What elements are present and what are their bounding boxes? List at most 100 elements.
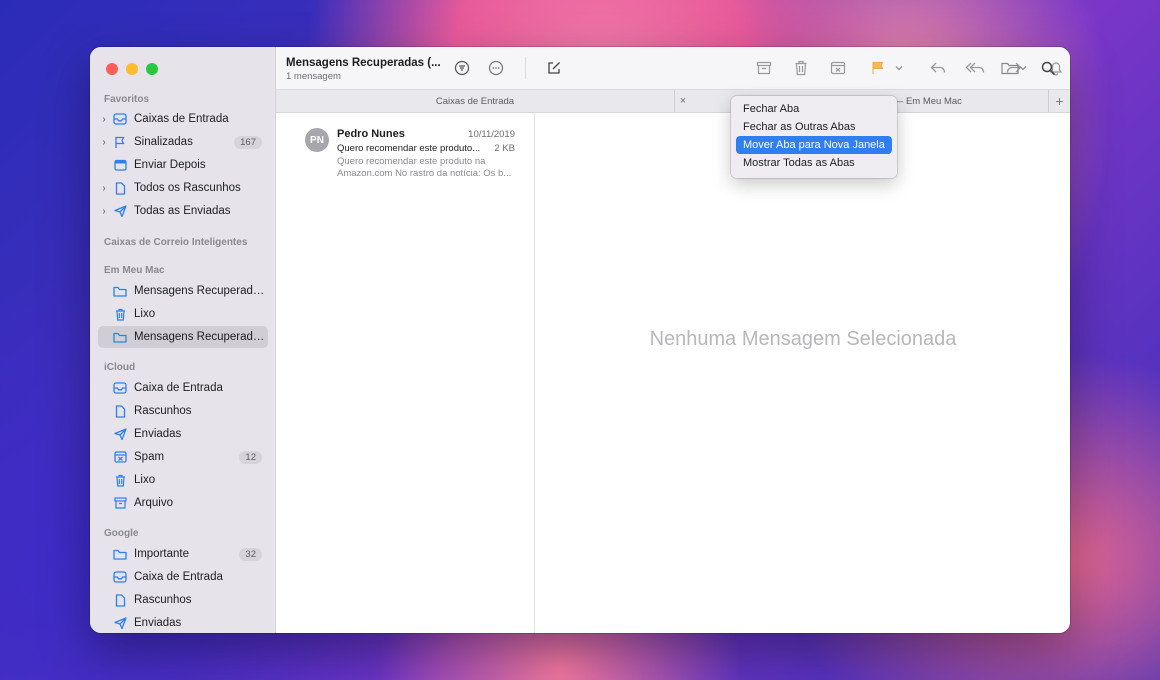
sidebar-item-label: Caixas de Entrada: [134, 113, 229, 125]
sent-icon: [112, 616, 128, 630]
tab-label: ) — Em Meu Mac: [888, 95, 962, 107]
menu-item-mostrar-todas-abas[interactable]: Mostrar Todas as Abas: [736, 154, 892, 172]
chevron-right-icon[interactable]: ›: [98, 114, 110, 125]
sidebar-item-label: Arquivo: [134, 497, 173, 509]
zoom-window-button[interactable]: [146, 63, 158, 75]
sidebar-item-mensagens-recuperadas-2[interactable]: Mensagens Recuperada...: [98, 326, 268, 348]
flag-icon[interactable]: [868, 59, 888, 77]
section-title-icloud[interactable]: iCloud: [104, 362, 135, 373]
sent-icon: [112, 204, 128, 218]
mailbox-title: Mensagens Recuperadas (...: [286, 57, 441, 69]
sidebar-item-google-caixa-de-entrada[interactable]: Caixa de Entrada: [98, 566, 268, 588]
archive-icon: [112, 496, 128, 510]
chevron-right-icon[interactable]: ›: [98, 137, 110, 148]
sidebar-item-label: Importante: [134, 548, 189, 560]
message-sender: Pedro Nunes: [337, 128, 405, 140]
new-tab-button[interactable]: +: [1048, 90, 1070, 112]
tab-label: Caixas de Entrada: [435, 95, 515, 107]
preview-line: Amazon.com No rastro da notícia: Os b...: [337, 168, 512, 179]
folder-icon: [112, 330, 128, 344]
sidebar-item-label: Enviadas: [134, 617, 182, 629]
folder-icon: [112, 547, 128, 561]
avatar: PN: [305, 128, 329, 152]
sidebar-item-icloud-lixo[interactable]: Lixo: [98, 469, 268, 491]
chevron-down-icon[interactable]: [893, 59, 905, 77]
message-list: PN Pedro Nunes 10/11/2019 Quero recomend…: [276, 113, 535, 633]
menu-item-fechar-outras-abas[interactable]: Fechar as Outras Abas: [736, 118, 892, 136]
sidebar-item-label: Enviadas: [134, 428, 182, 440]
mail-window: Favoritos › Caixas de Entrada › Sinaliza…: [90, 47, 1070, 633]
sidebar-item-label: Todos os Rascunhos: [134, 182, 241, 194]
reply-all-icon[interactable]: [964, 59, 988, 77]
sidebar-item-google-importante[interactable]: Importante 32: [98, 543, 268, 565]
unread-count-badge: 12: [239, 450, 262, 464]
chevron-right-icon[interactable]: ›: [98, 206, 110, 217]
unread-count-badge: 167: [234, 135, 262, 149]
sidebar-item-icloud-rascunhos[interactable]: Rascunhos: [98, 400, 268, 422]
minimize-window-button[interactable]: [126, 63, 138, 75]
message-date: 10/11/2019: [468, 129, 515, 140]
tab-divider: [674, 90, 675, 112]
draft-icon: [112, 593, 128, 607]
sidebar-item-google-enviadas[interactable]: Enviadas: [98, 612, 268, 633]
inbox-icon: [112, 381, 128, 395]
archive-icon[interactable]: [754, 59, 774, 77]
sidebar-item-icloud-enviadas[interactable]: Enviadas: [98, 423, 268, 445]
sidebar-item-todos-os-rascunhos[interactable]: › Todos os Rascunhos: [98, 177, 268, 199]
message-count: 1 mensagem: [286, 71, 341, 82]
sidebar-item-enviar-depois[interactable]: Enviar Depois: [98, 154, 268, 176]
message-size: 2 KB: [494, 143, 515, 154]
sidebar-item-label: Mensagens Recuperada...: [134, 331, 268, 343]
inbox-icon: [112, 570, 128, 584]
draft-icon: [112, 181, 128, 195]
toolbar: Mensagens Recuperadas (... 1 mensagem: [276, 47, 1070, 89]
folder-icon: [112, 284, 128, 298]
junk-icon[interactable]: [828, 59, 848, 77]
trash-icon: [112, 473, 128, 487]
sidebar-item-icloud-arquivo[interactable]: Arquivo: [98, 492, 268, 514]
menu-item-fechar-aba[interactable]: Fechar Aba: [736, 100, 892, 118]
compose-icon[interactable]: [544, 59, 564, 77]
chevron-right-icon[interactable]: ›: [98, 183, 110, 194]
sidebar-item-sinalizadas[interactable]: › Sinalizadas 167: [98, 131, 268, 153]
sidebar-item-lixo-mac[interactable]: Lixo: [98, 303, 268, 325]
preview-line: Quero recomendar este produto na: [337, 156, 486, 167]
message-viewer: Nenhuma Mensagem Selecionada: [536, 113, 1070, 633]
sidebar-item-label: Sinalizadas: [134, 136, 193, 148]
reply-icon[interactable]: [928, 59, 948, 77]
sidebar-item-google-rascunhos[interactable]: Rascunhos: [98, 589, 268, 611]
more-options-icon[interactable]: [486, 59, 506, 77]
section-title-favoritos: Favoritos: [104, 94, 150, 105]
inbox-icon: [112, 112, 128, 126]
flag-icon: [112, 135, 128, 149]
message-preview: Quero recomendar este produto na Amazon.…: [337, 156, 517, 180]
sidebar-item-mensagens-recuperadas-1[interactable]: Mensagens Recuperada...: [98, 280, 268, 302]
close-window-button[interactable]: [106, 63, 118, 75]
sidebar-item-icloud-spam[interactable]: Spam 12: [98, 446, 268, 468]
section-title-google[interactable]: Google: [104, 528, 138, 539]
junk-icon: [112, 450, 128, 464]
filter-icon[interactable]: [452, 59, 472, 77]
trash-icon[interactable]: [791, 59, 811, 77]
sidebar-item-label: Rascunhos: [134, 405, 192, 417]
chevron-down-icon[interactable]: [1018, 59, 1028, 77]
window-controls: [106, 63, 158, 75]
section-title-smart-mailboxes[interactable]: Caixas de Correio Inteligentes: [104, 237, 247, 248]
section-title-em-meu-mac[interactable]: Em Meu Mac: [104, 265, 165, 276]
sent-icon: [112, 427, 128, 441]
search-icon[interactable]: [1038, 59, 1058, 77]
sidebar-item-label: Mensagens Recuperada...: [134, 285, 268, 297]
sidebar-item-label: Todas as Enviadas: [134, 205, 231, 217]
draft-icon: [112, 404, 128, 418]
message-subject: Quero recomendar este produto...: [337, 143, 481, 154]
sidebar-item-todas-as-enviadas[interactable]: › Todas as Enviadas: [98, 200, 268, 222]
sidebar-item-label: Spam: [134, 451, 165, 463]
sidebar-item-caixas-de-entrada[interactable]: › Caixas de Entrada: [98, 108, 268, 130]
tab-context-menu: Fechar Aba Fechar as Outras Abas Mover A…: [731, 96, 897, 178]
sidebar-item-label: Lixo: [134, 308, 156, 320]
sidebar-item-icloud-caixa-de-entrada[interactable]: Caixa de Entrada: [98, 377, 268, 399]
unread-count-badge: 32: [239, 547, 262, 561]
tab-caixas-de-entrada[interactable]: Caixas de Entrada: [276, 90, 674, 112]
menu-item-mover-aba-nova-janela[interactable]: Mover Aba para Nova Janela: [736, 136, 892, 154]
tab-bar: Caixas de Entrada × ) — Em Meu Mac +: [276, 89, 1070, 113]
